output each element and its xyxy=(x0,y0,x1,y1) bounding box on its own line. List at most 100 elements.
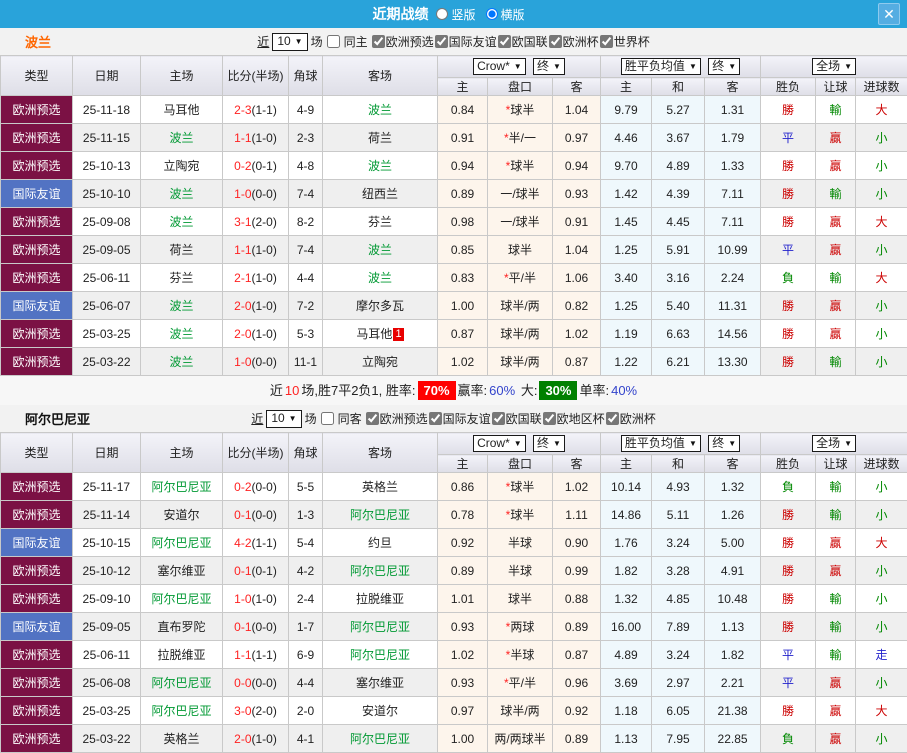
handicap-result-cell: 贏 xyxy=(816,725,856,753)
away-team-name: 纽西兰 xyxy=(362,187,398,201)
home-team-name: 波兰 xyxy=(169,299,193,313)
close-icon[interactable]: ✕ xyxy=(878,3,900,25)
goals-result-cell: 小 xyxy=(856,124,907,152)
match-type-cell: 欧洲预选 xyxy=(1,124,73,152)
bookmaker-select[interactable]: Crow*▼ xyxy=(473,435,526,452)
avg-select[interactable]: 胜平负均值▼ xyxy=(621,435,701,452)
league-filter[interactable]: 欧国联 xyxy=(491,410,542,427)
fulltime-select[interactable]: 全场▼ xyxy=(812,435,856,452)
league-filter[interactable]: 国际友谊 xyxy=(428,410,491,427)
avg-group-header: 胜平负均值▼ 终▼ xyxy=(601,433,761,455)
chevron-down-icon: ▼ xyxy=(844,436,852,451)
layout-horizontal-option[interactable]: 横版 xyxy=(486,6,525,23)
league-filter[interactable]: 欧地区杯 xyxy=(542,410,605,427)
league-checkbox[interactable] xyxy=(606,412,619,425)
chevron-down-icon: ▼ xyxy=(728,436,736,451)
handicap-result-cell: 贏 xyxy=(816,124,856,152)
handicap-result-cell: 輸 xyxy=(816,348,856,376)
same-venue-checkbox[interactable] xyxy=(327,35,340,48)
games-count-select[interactable]: 10▼ xyxy=(266,410,301,428)
handicap-result-cell: 輸 xyxy=(816,585,856,613)
fulltime-select[interactable]: 全场▼ xyxy=(812,58,856,75)
match-row: 国际友谊25-10-15阿尔巴尼亚4-2(1-1)5-4约旦0.92半球0.90… xyxy=(1,529,907,557)
league-filter[interactable]: 欧洲杯 xyxy=(605,410,656,427)
avg-home-cell: 1.22 xyxy=(601,348,652,376)
avg-away-cell: 5.00 xyxy=(705,529,761,557)
date-cell: 25-06-11 xyxy=(73,641,141,669)
league-checkbox[interactable] xyxy=(549,35,562,48)
same-venue-label: 同主 xyxy=(344,33,368,50)
league-checkbox[interactable] xyxy=(372,35,385,48)
corners-cell: 5-4 xyxy=(289,529,323,557)
corners-cell: 11-1 xyxy=(289,348,323,376)
league-filter[interactable]: 世界杯 xyxy=(599,33,650,50)
corners-cell: 2-4 xyxy=(289,585,323,613)
avg-away-cell: 10.99 xyxy=(705,236,761,264)
vertical-radio[interactable] xyxy=(436,8,448,20)
halftime-score: (1-0) xyxy=(252,299,277,313)
avg-home-cell: 1.18 xyxy=(601,697,652,725)
bookmaker-select[interactable]: Crow*▼ xyxy=(473,58,526,75)
near-link[interactable]: 近 xyxy=(251,410,263,427)
away-team-name: 荷兰 xyxy=(368,131,392,145)
home-team-cell: 波兰 xyxy=(141,292,223,320)
subcol-odds-home: 主 xyxy=(438,455,488,473)
games-label: 场 xyxy=(305,410,317,427)
league-filter[interactable]: 欧洲杯 xyxy=(548,33,599,50)
subcol-goals: 进球数 xyxy=(856,78,907,96)
league-checkbox[interactable] xyxy=(366,412,379,425)
league-filter[interactable]: 欧国联 xyxy=(497,33,548,50)
avg-stage-select[interactable]: 终▼ xyxy=(708,435,740,452)
avg-select[interactable]: 胜平负均值▼ xyxy=(621,58,701,75)
away-team-cell: 阿尔巴尼亚 xyxy=(323,557,438,585)
league-checkbox[interactable] xyxy=(498,35,511,48)
games-count-select[interactable]: 10▼ xyxy=(272,33,307,51)
score-cell: 1-1(1-0) xyxy=(223,124,289,152)
odds-away-cell: 0.89 xyxy=(553,613,601,641)
league-checkbox[interactable] xyxy=(492,412,505,425)
match-type-cell: 欧洲预选 xyxy=(1,348,73,376)
odds-away-cell: 1.04 xyxy=(553,96,601,124)
home-team-cell: 芬兰 xyxy=(141,264,223,292)
home-team-name: 荷兰 xyxy=(169,243,193,257)
result-group-header: 全场▼ xyxy=(761,433,907,455)
halftime-score: (1-0) xyxy=(252,327,277,341)
avg-draw-cell: 7.89 xyxy=(652,613,705,641)
layout-vertical-option[interactable]: 竖版 xyxy=(436,6,475,23)
league-filter[interactable]: 国际友谊 xyxy=(434,33,497,50)
filter-bar: 近 10▼ 场 同主 欧洲预选国际友谊欧国联欧洲杯世界杯 xyxy=(257,33,649,51)
league-filter[interactable]: 欧洲预选 xyxy=(371,33,434,50)
goals-result-cell: 大 xyxy=(856,697,907,725)
home-team-name: 阿尔巴尼亚 xyxy=(151,592,211,606)
league-filter-list: 欧洲预选国际友谊欧国联欧洲杯世界杯 xyxy=(371,33,650,50)
league-checkbox[interactable] xyxy=(543,412,556,425)
col-home: 主场 xyxy=(141,433,223,473)
fulltime-score: 0-2 xyxy=(234,480,251,494)
match-row: 欧洲预选25-10-12塞尔维亚0-1(0-1)4-2阿尔巴尼亚0.89半球0.… xyxy=(1,557,907,585)
avg-away-cell: 1.82 xyxy=(705,641,761,669)
odds-home-cell: 0.87 xyxy=(438,320,488,348)
halftime-score: (1-1) xyxy=(252,648,277,662)
same-venue-checkbox[interactable] xyxy=(321,412,334,425)
near-link[interactable]: 近 xyxy=(257,33,269,50)
away-team-name: 阿尔巴尼亚 xyxy=(350,732,410,746)
league-checkbox[interactable] xyxy=(435,35,448,48)
fulltime-score: 2-0 xyxy=(234,327,251,341)
corners-cell: 4-1 xyxy=(289,725,323,753)
home-team-name: 直布罗陀 xyxy=(157,620,205,634)
league-filter[interactable]: 欧洲预选 xyxy=(365,410,428,427)
match-type-cell: 欧洲预选 xyxy=(1,697,73,725)
handicap-text: 平/半 xyxy=(509,676,536,690)
chevron-down-icon: ▼ xyxy=(689,59,697,74)
match-type-cell: 欧洲预选 xyxy=(1,669,73,697)
score-cell: 2-0(1-0) xyxy=(223,725,289,753)
away-team-name: 摩尔多瓦 xyxy=(356,299,404,313)
odds-stage-select[interactable]: 终▼ xyxy=(533,58,565,75)
odds-stage-select[interactable]: 终▼ xyxy=(533,435,565,452)
horizontal-radio[interactable] xyxy=(486,8,498,20)
away-team-name: 安道尔 xyxy=(362,704,398,718)
league-checkbox[interactable] xyxy=(600,35,613,48)
goals-result-cell: 大 xyxy=(856,208,907,236)
avg-stage-select[interactable]: 终▼ xyxy=(708,58,740,75)
league-checkbox[interactable] xyxy=(429,412,442,425)
